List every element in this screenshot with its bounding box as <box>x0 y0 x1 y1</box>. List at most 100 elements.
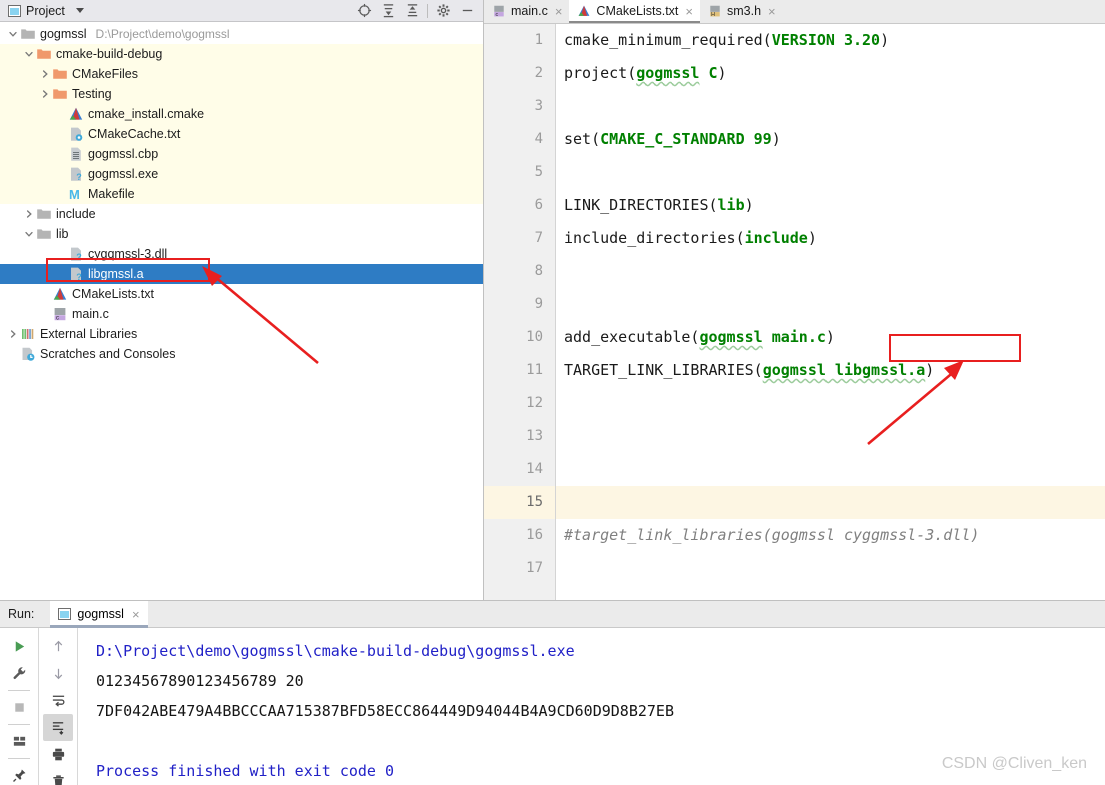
project-tree[interactable]: gogmssl D:\Project\demo\gogmssl cmake-buil… <box>0 22 483 600</box>
tree-item-cmakecache-txt[interactable]: CMakeCache.txt <box>0 124 483 144</box>
tree-item-testing[interactable]: Testing <box>0 84 483 104</box>
line-number[interactable]: 7 <box>484 222 555 255</box>
tree-item-libgmssl-a[interactable]: ? libgmssl.a <box>0 264 483 284</box>
line-number[interactable]: 1 <box>484 24 555 57</box>
project-title-button[interactable]: Project <box>4 4 84 18</box>
line-number[interactable]: 5 <box>484 156 555 189</box>
editor-tab-cmakelists-txt[interactable]: CMakeLists.txt × <box>569 0 700 23</box>
minimize-icon[interactable] <box>455 1 479 21</box>
rerun-wrench-icon[interactable] <box>4 660 34 687</box>
collapse-all-icon[interactable] <box>400 1 424 21</box>
line-number[interactable]: 15 <box>484 486 555 519</box>
tree-item-external-libraries[interactable]: External Libraries <box>0 324 483 344</box>
line-number[interactable]: 3 <box>484 90 555 123</box>
chevron-down-icon[interactable] <box>75 8 84 13</box>
code-line[interactable] <box>556 552 1105 585</box>
code-token: gogmssl <box>699 328 763 346</box>
scroll-to-end-icon[interactable] <box>43 714 73 741</box>
code-line[interactable]: #target_link_libraries(gogmssl cyggmssl-… <box>556 519 1105 552</box>
tree-item-cmakefiles[interactable]: CMakeFiles <box>0 64 483 84</box>
tree-item-gogmssl-cbp[interactable]: gogmssl.cbp <box>0 144 483 164</box>
run-tab-gogmssl[interactable]: gogmssl × <box>50 600 148 628</box>
code-token: ) <box>771 130 781 148</box>
locate-icon[interactable] <box>352 1 376 21</box>
editor-tab-sm3-h[interactable]: Hsm3.h × <box>699 0 783 23</box>
tree-item-cmake-build-debug[interactable]: cmake-build-debug <box>0 44 483 64</box>
tree-item-cmakelists-txt[interactable]: CMakeLists.txt <box>0 284 483 304</box>
line-number[interactable]: 10 <box>484 321 555 354</box>
print-icon[interactable] <box>43 741 73 768</box>
line-number[interactable]: 9 <box>484 288 555 321</box>
chevron-right-icon[interactable] <box>22 208 35 221</box>
code-editor[interactable]: 1 2 3 4 5 6 7 8 9 10 11 12 13 14 15 16 17 cmake_minimum_… <box>484 24 1105 600</box>
close-icon[interactable]: × <box>132 608 140 621</box>
layout-icon[interactable] <box>4 728 34 755</box>
line-number[interactable]: 16 <box>484 519 555 552</box>
code-line[interactable] <box>556 288 1105 321</box>
editor-tab-main-c[interactable]: c main.c × <box>484 0 570 23</box>
chevron-right-icon[interactable] <box>38 68 51 81</box>
code-line[interactable] <box>556 486 1105 519</box>
code-line[interactable]: project(gogmssl C) <box>556 57 1105 90</box>
gear-icon[interactable] <box>431 1 455 21</box>
chevron-down-icon[interactable] <box>6 28 19 41</box>
code-line[interactable]: TARGET_LINK_LIBRARIES(gogmssl libgmssl.a… <box>556 354 1105 387</box>
code-token: ) <box>880 31 890 49</box>
code-line[interactable]: set(CMAKE_C_STANDARD 99) <box>556 123 1105 156</box>
close-icon[interactable]: × <box>768 5 776 18</box>
close-icon[interactable]: × <box>685 5 693 18</box>
code-line[interactable] <box>556 255 1105 288</box>
chevron-right-icon[interactable] <box>6 328 19 341</box>
cmake-file-icon <box>68 106 84 122</box>
tree-item-gogmssl-exe[interactable]: ? gogmssl.exe <box>0 164 483 184</box>
line-number[interactable]: 2 <box>484 57 555 90</box>
line-number[interactable]: 13 <box>484 420 555 453</box>
tree-item-gogmssl[interactable]: gogmssl D:\Project\demo\gogmssl <box>0 24 483 44</box>
code-line[interactable] <box>556 156 1105 189</box>
stop-icon[interactable] <box>4 694 34 721</box>
soft-wrap-icon[interactable] <box>43 687 73 714</box>
tree-item-makefile[interactable]: M Makefile <box>0 184 483 204</box>
down-arrow-icon[interactable] <box>43 660 73 687</box>
expand-all-icon[interactable] <box>376 1 400 21</box>
line-number[interactable]: 17 <box>484 552 555 585</box>
tree-item-label: gogmssl.exe <box>88 166 159 181</box>
tree-item-main-c[interactable]: c main.c <box>0 304 483 324</box>
code-line[interactable]: cmake_minimum_required(VERSION 3.20) <box>556 24 1105 57</box>
tree-item-include[interactable]: include <box>0 204 483 224</box>
code-line[interactable]: add_executable(gogmssl main.c) <box>556 321 1105 354</box>
editor-tab-bar[interactable]: c main.c × CMakeLists.txt × Hsm3.h × <box>484 0 1105 24</box>
chevron-down-icon[interactable] <box>22 48 35 61</box>
line-number[interactable]: 4 <box>484 123 555 156</box>
chevron-down-icon[interactable] <box>22 228 35 241</box>
project-tool-window: Project gogmssl D:\Project\demo\gogmssl … <box>0 0 484 600</box>
tree-item-lib[interactable]: lib <box>0 224 483 244</box>
line-number[interactable]: 14 <box>484 453 555 486</box>
clear-all-trash-icon[interactable] <box>43 768 73 785</box>
run-icon[interactable] <box>4 633 34 660</box>
code-line[interactable] <box>556 420 1105 453</box>
code-line[interactable] <box>556 90 1105 123</box>
tree-item-cmake-install-cmake[interactable]: cmake_install.cmake <box>0 104 483 124</box>
tree-item-cygqmssl-3-dll[interactable]: ? cygqmssl-3.dll <box>0 244 483 264</box>
line-number[interactable]: 11 <box>484 354 555 387</box>
code-line[interactable]: LINK_DIRECTORIES(lib) <box>556 189 1105 222</box>
close-icon[interactable]: × <box>555 5 563 18</box>
line-number[interactable]: 12 <box>484 387 555 420</box>
code-line[interactable] <box>556 387 1105 420</box>
svg-text:M: M <box>69 187 80 202</box>
code-line[interactable]: include_directories(include) <box>556 222 1105 255</box>
tree-item-scratches-and-consoles[interactable]: Scratches and Consoles <box>0 344 483 364</box>
pin-icon[interactable] <box>4 762 34 785</box>
line-number[interactable]: 6 <box>484 189 555 222</box>
tree-item-label: Testing <box>72 86 112 101</box>
tree-item-label: libgmssl.a <box>88 266 144 281</box>
tree-item-label: CMakeLists.txt <box>72 286 154 301</box>
tree-item-label: Scratches and Consoles <box>40 346 176 361</box>
line-number[interactable]: 8 <box>484 255 555 288</box>
chevron-right-icon[interactable] <box>38 88 51 101</box>
code-line[interactable] <box>556 453 1105 486</box>
up-arrow-icon[interactable] <box>43 633 73 660</box>
editor-code-lines[interactable]: cmake_minimum_required(VERSION 3.20) proj… <box>556 24 1105 600</box>
editor-gutter[interactable]: 1 2 3 4 5 6 7 8 9 10 11 12 13 14 15 16 17 <box>484 24 556 600</box>
